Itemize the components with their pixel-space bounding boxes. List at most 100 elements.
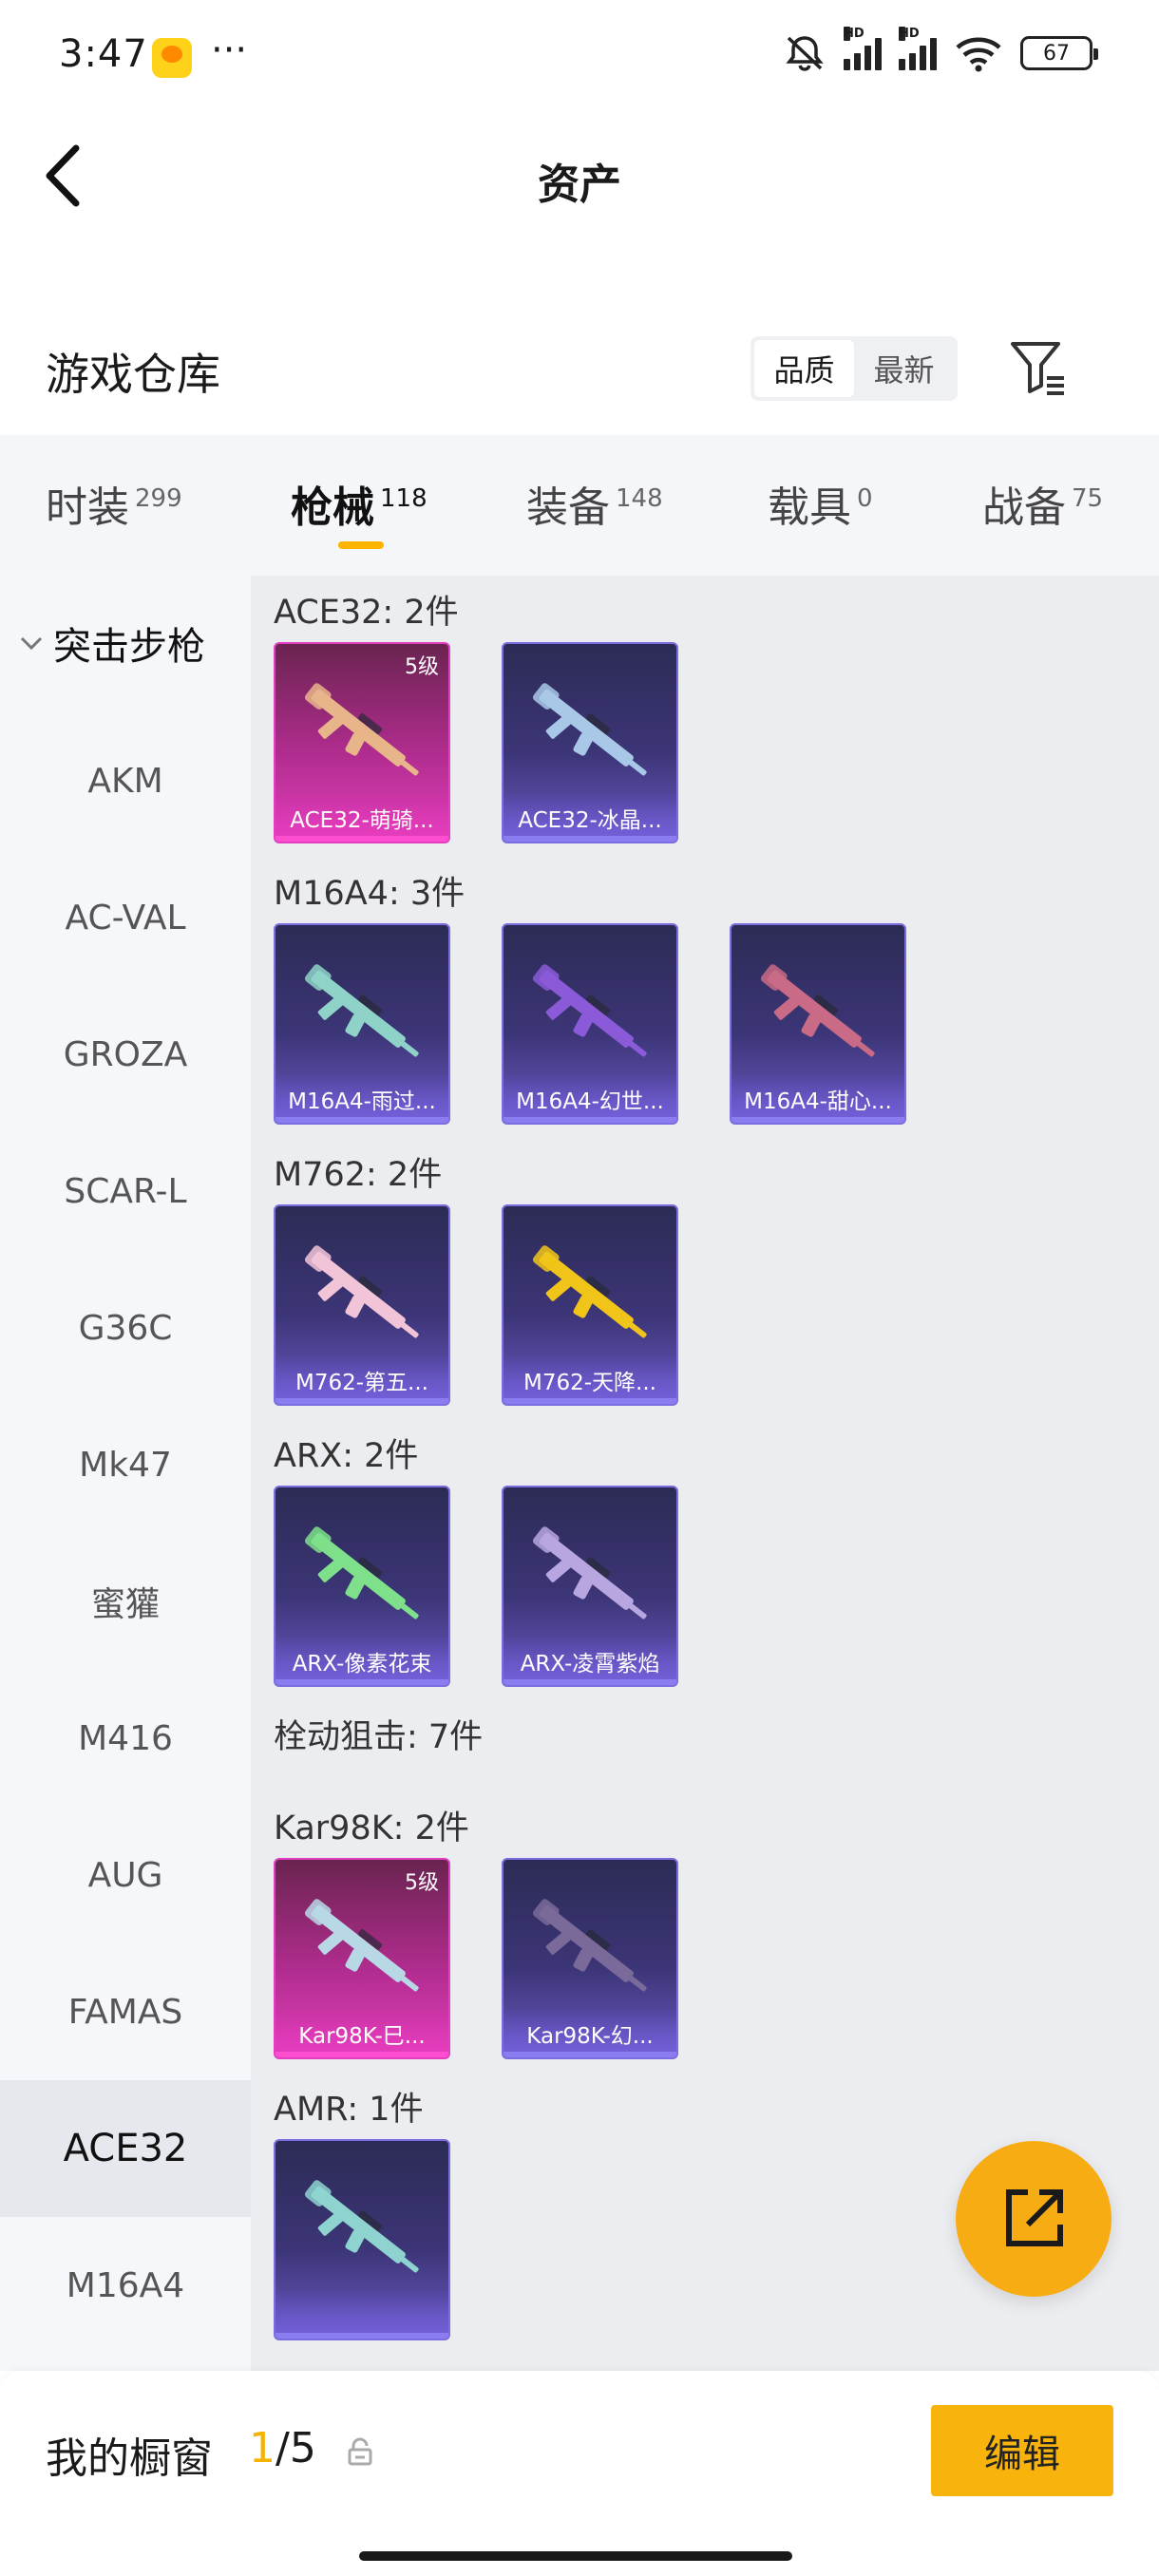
skin-name: Kar98K-幻... <box>504 2010 676 2057</box>
tab-equipment[interactable]: 装备 148 <box>526 473 663 534</box>
skin-name: Kar98K-巳... <box>276 2010 448 2057</box>
skin-name: ACE32-冰晶... <box>504 794 676 842</box>
filter-icon[interactable] <box>1009 338 1068 397</box>
sidebar-item-akm[interactable]: AKM <box>0 712 251 849</box>
skin-card[interactable]: 5级 Kar98K-巳... <box>274 1858 450 2059</box>
sidebar-item-mk47[interactable]: Mk47 <box>0 1396 251 1533</box>
skin-name: M762-第五... <box>276 1356 448 1404</box>
skin-card[interactable]: M16A4-甜心... <box>730 923 906 1125</box>
group-label: AMR: 1件 <box>274 2091 424 2129</box>
lock-icon <box>348 2437 372 2466</box>
rarity-bar <box>504 1679 676 1685</box>
rarity-bar <box>276 2052 448 2057</box>
rarity-bar <box>276 1398 448 1404</box>
sidebar-item-ace32[interactable]: ACE32 <box>0 2080 251 2217</box>
skin-name: M16A4-雨过... <box>276 1075 448 1123</box>
tab-count: 0 <box>857 484 873 514</box>
status-bar: 3:47 ··· HD HD 67 <box>0 0 1159 114</box>
sidebar-item-aug[interactable]: AUG <box>0 1807 251 1943</box>
tab-label: 战备 <box>982 483 1066 532</box>
rifle-icon <box>532 1245 647 1338</box>
sidebar-item-ac-val[interactable]: AC-VAL <box>0 849 251 986</box>
rarity-bar <box>504 1117 676 1123</box>
sidebar-item-honey-badger[interactable]: 蜜獾 <box>0 1533 251 1670</box>
rifle-icon <box>532 964 647 1057</box>
home-indicator <box>359 2551 792 2561</box>
more-notifications-icon: ··· <box>211 28 248 72</box>
tab-fashion[interactable]: 时装 299 <box>46 473 182 534</box>
sidebar-group-assault-rifles[interactable]: 突击步枪 <box>19 616 205 671</box>
rifle-icon <box>304 1899 419 1992</box>
wifi-icon <box>956 37 1001 72</box>
skin-name: M762-天降... <box>504 1356 676 1404</box>
skin-level: 5级 <box>405 1871 439 1895</box>
group-label: ARX: 2件 <box>274 1437 419 1475</box>
skin-card[interactable]: M16A4-幻世... <box>502 923 678 1125</box>
hd-label: HD <box>844 27 864 41</box>
tab-label: 时装 <box>46 483 129 532</box>
rarity-bar <box>276 2333 448 2339</box>
showcase-total: /5 <box>276 2424 316 2472</box>
skin-card[interactable]: M762-第五... <box>274 1204 450 1406</box>
category-tabs: 时装 299 枪械 118 装备 148 载具 0 战备 75 <box>0 435 1159 576</box>
group-label: M16A4: 3件 <box>274 875 466 913</box>
app-icon <box>152 38 192 78</box>
edit-button[interactable]: 编辑 <box>931 2405 1113 2496</box>
skin-level: 5级 <box>405 655 439 679</box>
sidebar-group-label: 突击步枪 <box>53 625 205 669</box>
sort-toggle: 品质 最新 <box>750 336 958 401</box>
tab-count: 299 <box>135 484 182 514</box>
weapon-skin-list: ACE32: 2件 5级 ACE32-萌骑... ACE32-冰晶... M16A4: … <box>251 576 1159 2371</box>
skin-card[interactable]: M762-天降... <box>502 1204 678 1406</box>
rarity-bar <box>504 836 676 842</box>
skin-name: ACE32-萌骑... <box>276 794 448 842</box>
rifle-icon <box>304 1245 419 1338</box>
skin-card[interactable] <box>274 2139 450 2340</box>
sort-newest-button[interactable]: 最新 <box>854 340 954 397</box>
rarity-bar <box>276 836 448 842</box>
skin-card[interactable]: ARX-凌霄紫焰 <box>502 1486 678 1687</box>
signal-icon: HD <box>899 27 937 70</box>
rifle-icon <box>304 964 419 1057</box>
showcase-current: 1 <box>249 2424 276 2472</box>
skin-card[interactable]: Kar98K-幻... <box>502 1858 678 2059</box>
group-label: ACE32: 2件 <box>274 594 459 632</box>
group-label: M762: 2件 <box>274 1156 443 1194</box>
tab-firearms[interactable]: 枪械 118 <box>291 473 428 534</box>
sidebar-item-scar-l[interactable]: SCAR-L <box>0 1123 251 1260</box>
rifle-icon <box>532 1899 647 1992</box>
sidebar-item-m416[interactable]: M416 <box>0 1670 251 1807</box>
status-time: 3:47 <box>59 32 148 76</box>
sidebar-item-g36c[interactable]: G36C <box>0 1260 251 1396</box>
rarity-bar <box>276 1679 448 1685</box>
sort-quality-button[interactable]: 品质 <box>754 340 854 397</box>
rifle-icon <box>304 1526 419 1619</box>
page-title: 资产 <box>538 161 621 209</box>
group-label: Kar98K: 2件 <box>274 1809 469 1847</box>
rifle-icon <box>532 683 647 776</box>
skin-card[interactable]: 5级 ACE32-萌骑... <box>274 642 450 843</box>
rarity-bar <box>504 1398 676 1404</box>
rifle-icon <box>304 2180 419 2273</box>
rifle-icon <box>532 1526 647 1619</box>
tab-count: 75 <box>1072 484 1104 514</box>
chevron-down-icon <box>20 636 43 651</box>
tab-supplies[interactable]: 战备 75 <box>982 473 1103 534</box>
group-label: 栓动狙击: 7件 <box>274 1718 484 1756</box>
external-link-icon <box>1006 2189 1063 2246</box>
rarity-bar <box>504 2052 676 2057</box>
tab-label: 装备 <box>526 483 610 532</box>
skin-card[interactable]: ACE32-冰晶... <box>502 642 678 843</box>
rarity-bar <box>276 1117 448 1123</box>
share-button[interactable] <box>956 2141 1112 2297</box>
skin-name: ARX-像素花束 <box>276 1638 448 1685</box>
skin-card[interactable]: M16A4-雨过... <box>274 923 450 1125</box>
skin-card[interactable]: ARX-像素花束 <box>274 1486 450 1687</box>
mute-icon <box>786 36 824 71</box>
sidebar-item-groza[interactable]: GROZA <box>0 986 251 1123</box>
sidebar-item-m16a4[interactable]: M16A4 <box>0 2217 251 2354</box>
skin-name <box>276 2291 448 2339</box>
sidebar-item-famas[interactable]: FAMAS <box>0 1943 251 2080</box>
weapon-type-sidebar: 突击步枪 AKM AC-VAL GROZA SCAR-L G36C Mk47 蜜… <box>0 576 251 2371</box>
tab-vehicles[interactable]: 载具 0 <box>768 473 873 534</box>
